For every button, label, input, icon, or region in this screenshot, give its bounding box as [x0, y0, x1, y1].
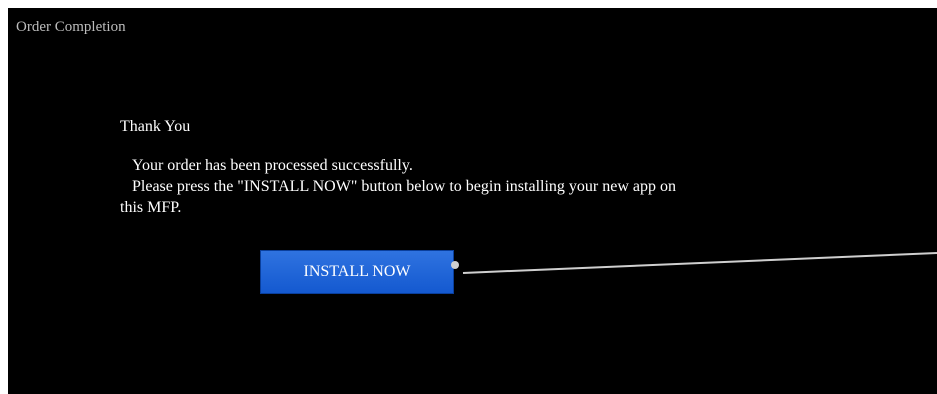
message-line-1: Your order has been processed successful…	[132, 157, 413, 174]
thank-you-heading: Thank You	[120, 118, 191, 135]
window-title: Order Completion	[16, 19, 126, 35]
message-line-2: Please press the "INSTALL NOW" button be…	[132, 178, 676, 195]
order-completion-screen: Order Completion Thank You Your order ha…	[8, 8, 937, 394]
callout-dot	[451, 261, 459, 269]
confirmation-message: Your order has been processed successful…	[120, 155, 840, 218]
install-now-button[interactable]: INSTALL NOW	[260, 250, 454, 294]
message-line-3: this MFP.	[120, 199, 182, 216]
confirmation-content: Thank You Your order has been processed …	[120, 116, 840, 218]
